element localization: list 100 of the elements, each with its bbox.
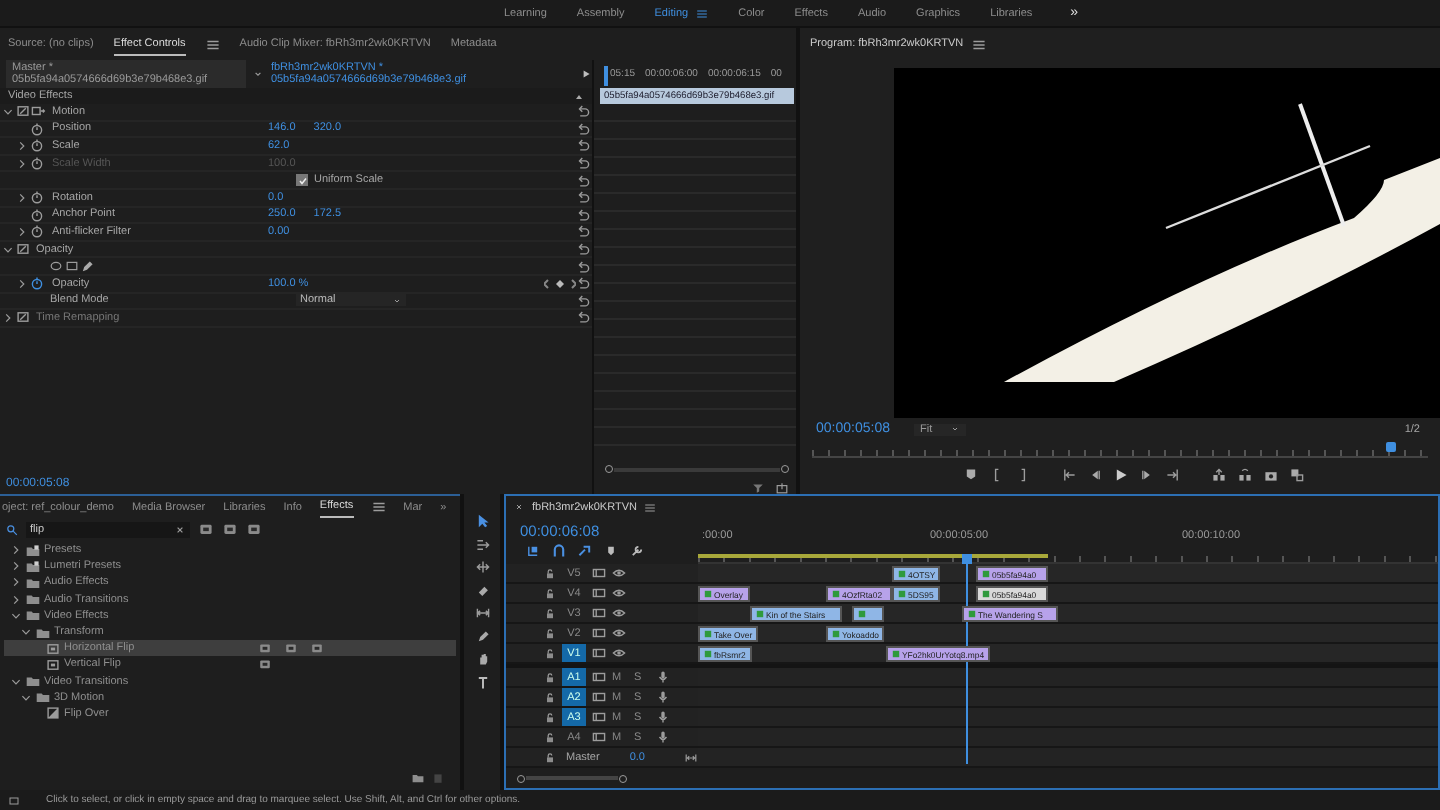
chevron-right-icon[interactable]	[16, 191, 28, 204]
chevron-right-icon[interactable]	[2, 311, 14, 324]
effect-icon[interactable]	[16, 104, 30, 119]
chevron-right-icon[interactable]	[16, 225, 28, 238]
sync-lock-icon[interactable]	[592, 670, 606, 685]
track-select-icon[interactable]	[475, 537, 489, 551]
sync-lock-icon[interactable]	[592, 626, 606, 641]
effect-icon[interactable]	[46, 641, 60, 656]
eye-icon[interactable]	[612, 586, 626, 601]
hand-icon[interactable]	[475, 652, 489, 666]
nest-icon[interactable]	[526, 544, 540, 559]
microphone-icon[interactable]	[656, 690, 670, 705]
scroll-handle-icon[interactable]	[604, 464, 614, 474]
chevron-down-icon[interactable]	[20, 691, 32, 704]
playhead-line[interactable]	[966, 562, 968, 764]
chevron-down-icon[interactable]	[2, 105, 14, 118]
caret-icon[interactable]	[252, 68, 265, 80]
sync-lock-icon[interactable]	[592, 646, 606, 661]
chevron-down-icon[interactable]	[10, 675, 22, 688]
stopwatch-icon[interactable]	[30, 190, 44, 205]
go-to-in-button[interactable]	[1062, 468, 1076, 482]
compare-button[interactable]	[1290, 468, 1304, 482]
wrench-icon[interactable]	[630, 544, 644, 559]
effect-icon[interactable]	[46, 657, 60, 672]
lock-icon[interactable]	[544, 607, 556, 620]
play-button[interactable]	[1114, 468, 1128, 482]
play-icon[interactable]	[580, 68, 592, 80]
sync-lock-icon[interactable]	[592, 566, 606, 581]
new-bin-icon[interactable]	[412, 772, 424, 784]
transition-icon[interactable]	[46, 706, 60, 721]
microphone-icon[interactable]	[656, 730, 670, 745]
effect-icon[interactable]	[16, 242, 30, 257]
chevron-right-icon[interactable]	[10, 560, 22, 573]
razor-icon[interactable]	[475, 583, 489, 597]
add-marker-icon[interactable]	[604, 544, 618, 559]
microphone-icon[interactable]	[656, 670, 670, 685]
lock-icon[interactable]	[544, 647, 556, 660]
sync-lock-icon[interactable]	[592, 606, 606, 621]
effect-icon[interactable]	[16, 310, 30, 325]
stopwatch-icon[interactable]	[30, 276, 44, 291]
pen-icon[interactable]	[80, 259, 94, 274]
timeline-clip[interactable]	[852, 606, 884, 623]
selection-tool-icon[interactable]	[475, 514, 489, 528]
preset-folder-icon[interactable]	[26, 543, 40, 558]
marker-button[interactable]	[964, 468, 978, 482]
reset-icon[interactable]	[576, 242, 590, 257]
stopwatch-icon[interactable]	[30, 207, 44, 222]
export-icon[interactable]	[776, 481, 788, 493]
motion-icon[interactable]	[30, 104, 46, 119]
reset-icon[interactable]	[576, 190, 590, 205]
lock-icon[interactable]	[544, 627, 556, 640]
reset-icon[interactable]	[576, 156, 590, 171]
reset-icon[interactable]	[576, 310, 590, 325]
playhead[interactable]	[1386, 442, 1396, 452]
mark-out-button[interactable]	[1016, 468, 1030, 482]
lock-icon[interactable]	[544, 711, 556, 724]
reset-icon[interactable]	[576, 121, 590, 136]
chevron-right-icon[interactable]	[10, 576, 22, 589]
eye-icon[interactable]	[612, 566, 626, 581]
lock-icon[interactable]	[544, 587, 556, 600]
chevron-right-icon[interactable]	[16, 277, 28, 290]
menu-icon[interactable]	[371, 500, 386, 514]
bit-depth-filter-icon[interactable]	[222, 522, 238, 536]
reset-icon[interactable]	[576, 138, 590, 153]
keyframe-navigator-icon[interactable]	[544, 277, 576, 290]
preset-folder-icon[interactable]	[26, 559, 40, 574]
snap-icon[interactable]	[552, 544, 566, 559]
sync-lock-icon[interactable]	[592, 690, 606, 705]
reset-icon[interactable]	[576, 259, 590, 274]
eye-icon[interactable]	[612, 646, 626, 661]
stopwatch-icon[interactable]	[30, 224, 44, 239]
rectangle-mask-icon[interactable]	[64, 260, 80, 273]
microphone-icon[interactable]	[656, 710, 670, 725]
reset-icon[interactable]	[576, 207, 590, 222]
ellipse-mask-icon[interactable]	[48, 260, 64, 273]
sync-lock-icon[interactable]	[592, 710, 606, 725]
menu-icon[interactable]	[971, 37, 986, 51]
reset-icon[interactable]	[576, 224, 590, 239]
chevron-down-icon[interactable]	[10, 609, 22, 622]
go-to-out-button[interactable]	[1166, 468, 1180, 482]
camera-button[interactable]	[1264, 468, 1278, 482]
step-forward-button[interactable]	[1140, 468, 1154, 482]
reset-icon[interactable]	[576, 276, 590, 291]
pen-icon[interactable]	[475, 629, 489, 643]
linked-selection-icon[interactable]	[578, 544, 592, 559]
eye-icon[interactable]	[612, 606, 626, 621]
chevron-right-icon[interactable]	[10, 544, 22, 557]
accelerated-filter-icon[interactable]	[198, 522, 214, 536]
search-icon[interactable]	[6, 523, 18, 535]
mark-in-button[interactable]	[990, 468, 1004, 482]
type-tool-icon[interactable]	[475, 675, 489, 689]
chevron-down-icon[interactable]	[2, 243, 14, 256]
scroll-handle-icon[interactable]	[618, 773, 628, 784]
stopwatch-icon[interactable]	[30, 121, 44, 136]
close-icon[interactable]	[514, 502, 524, 513]
sync-lock-icon[interactable]	[592, 586, 606, 601]
stopwatch-icon[interactable]	[30, 138, 44, 153]
lift-button[interactable]	[1212, 468, 1226, 482]
menu-icon[interactable]	[205, 37, 220, 51]
yuv-filter-icon[interactable]	[246, 522, 262, 536]
